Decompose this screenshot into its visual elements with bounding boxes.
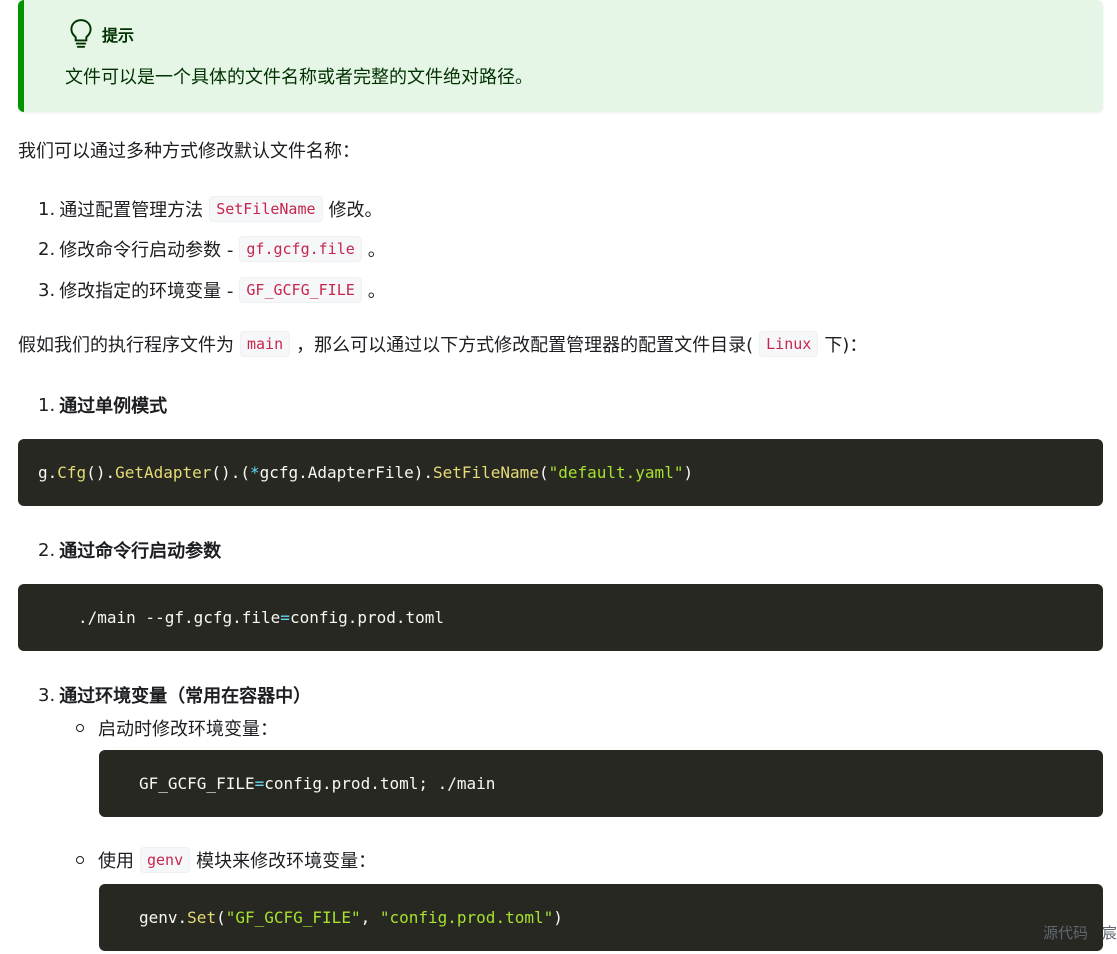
list-number: 1. — [38, 394, 56, 416]
substep-item-2: 使用 genv 模块来修改环境变量： — [76, 847, 376, 873]
code-token: "config.prod.toml" — [379, 908, 554, 927]
more-link[interactable]: 宸 — [1102, 924, 1117, 942]
method-item-3: 3. 修改指定的环境变量 - GF_GCFG_FILE 。 — [38, 277, 386, 303]
code-token: Cfg — [57, 463, 87, 482]
code-token: * — [249, 463, 260, 482]
inline-code: main — [240, 331, 291, 357]
lightbulb-icon — [70, 19, 92, 48]
code-token: SetFileName — [432, 463, 539, 482]
code-token: config.prod.toml; ./main — [264, 774, 496, 793]
intro-text: 我们可以通过多种方式修改默认文件名称： — [18, 141, 360, 162]
inline-code: SetFileName — [209, 196, 323, 222]
code-token: config.prod.toml — [289, 608, 445, 627]
list-number: 3. — [38, 279, 56, 301]
list-number: 1. — [38, 198, 56, 220]
step-label: 通过单例模式 — [59, 396, 168, 417]
substep-item-1: 启动时修改环境变量： — [76, 715, 278, 741]
step-label: 通过命令行启动参数 — [59, 541, 222, 562]
code-token: ().( — [211, 463, 250, 482]
substep-text: 启动时修改环境变量： — [98, 719, 278, 740]
code-token: GetAdapter — [115, 463, 212, 482]
code-token: ). — [413, 463, 433, 482]
code-token: genv — [139, 908, 178, 927]
substep-text: 使用 — [98, 851, 134, 872]
para-text: ，那么可以通过以下方式修改配置管理器的配置文件目录( — [296, 335, 754, 356]
code-block-cli[interactable]: ./main --gf.gcfg.file = config.prod.toml — [18, 584, 1103, 651]
method-item-2: 2. 修改命令行启动参数 - gf.gcfg.file 。 — [38, 236, 386, 262]
method-item-1: 1. 通过配置管理方法 SetFileName 修改。 — [38, 196, 383, 222]
tip-admonition: 提示 文件可以是一个具体的文件名称或者完整的文件绝对路径。 — [18, 0, 1103, 112]
inline-code: gf.gcfg.file — [239, 236, 362, 262]
code-block-genv[interactable]: genv. Set("GF_GCFG_FILE", "config.prod.to… — [99, 884, 1103, 951]
code-token: gcfg.AdapterFile — [259, 463, 414, 482]
substep-text: 模块来修改环境变量： — [196, 851, 377, 872]
code-token: ( — [538, 463, 549, 482]
bullet-circle-icon — [76, 856, 84, 864]
list-number: 3. — [38, 684, 56, 706]
main-binary-paragraph: 假如我们的执行程序文件为 main ，那么可以通过以下方式修改配置管理器的配置文… — [18, 331, 867, 357]
para-text: 假如我们的执行程序文件为 — [18, 335, 234, 356]
code-token: GF_GCFG_FILE — [139, 774, 255, 793]
method-text: 通过配置管理方法 — [59, 200, 204, 221]
code-token: Set — [187, 908, 217, 927]
code-token: . — [47, 463, 58, 482]
inline-code: Linux — [759, 331, 819, 357]
step-item-1: 1. 通过单例模式 — [38, 392, 167, 418]
code-block-singleton[interactable]: g. Cfg (). GetAdapter ().(* gcfg.AdapterFile)… — [18, 439, 1103, 506]
inline-code: genv — [140, 847, 191, 873]
method-text: 。 — [367, 240, 386, 261]
method-text: 修改。 — [328, 200, 383, 221]
footer-links: 源代码宸 — [1029, 922, 1117, 943]
step-label: 通过环境变量（常用在容器中） — [59, 686, 312, 707]
bullet-circle-icon — [76, 724, 84, 732]
code-token: g — [38, 463, 48, 482]
tip-title: 提示 — [102, 26, 135, 45]
code-token: "GF_GCFG_FILE" — [225, 908, 361, 927]
code-block-env-start[interactable]: GF_GCFG_FILE = config.prod.toml; ./main — [99, 750, 1103, 817]
tip-heading: 提示 — [68, 18, 134, 50]
code-token: = — [280, 608, 290, 627]
list-number: 2. — [38, 238, 56, 260]
code-token: ( — [216, 908, 226, 927]
code-token: ) — [683, 463, 694, 482]
source-code-link[interactable]: 源代码 — [1043, 924, 1088, 942]
method-text: 修改指定的环境变量 - — [59, 281, 234, 302]
method-text: 。 — [367, 281, 386, 302]
code-token: "default.yaml" — [548, 463, 684, 482]
step-item-3: 3. 通过环境变量（常用在容器中） — [38, 682, 311, 708]
method-text: 修改命令行启动参数 - — [59, 240, 234, 261]
code-token: ./main --gf.gcfg.file — [78, 608, 281, 627]
para-text: 下)： — [824, 335, 868, 356]
code-token: = — [254, 774, 265, 793]
inline-code: GF_GCFG_FILE — [239, 277, 362, 303]
list-number: 2. — [38, 539, 56, 561]
code-token: . — [177, 908, 188, 927]
code-token: , — [360, 908, 380, 927]
code-token: ) — [553, 908, 563, 927]
code-token: (). — [86, 463, 116, 482]
tip-text: 文件可以是一个具体的文件名称或者完整的文件绝对路径。 — [65, 67, 533, 88]
step-item-2: 2. 通过命令行启动参数 — [38, 537, 221, 563]
